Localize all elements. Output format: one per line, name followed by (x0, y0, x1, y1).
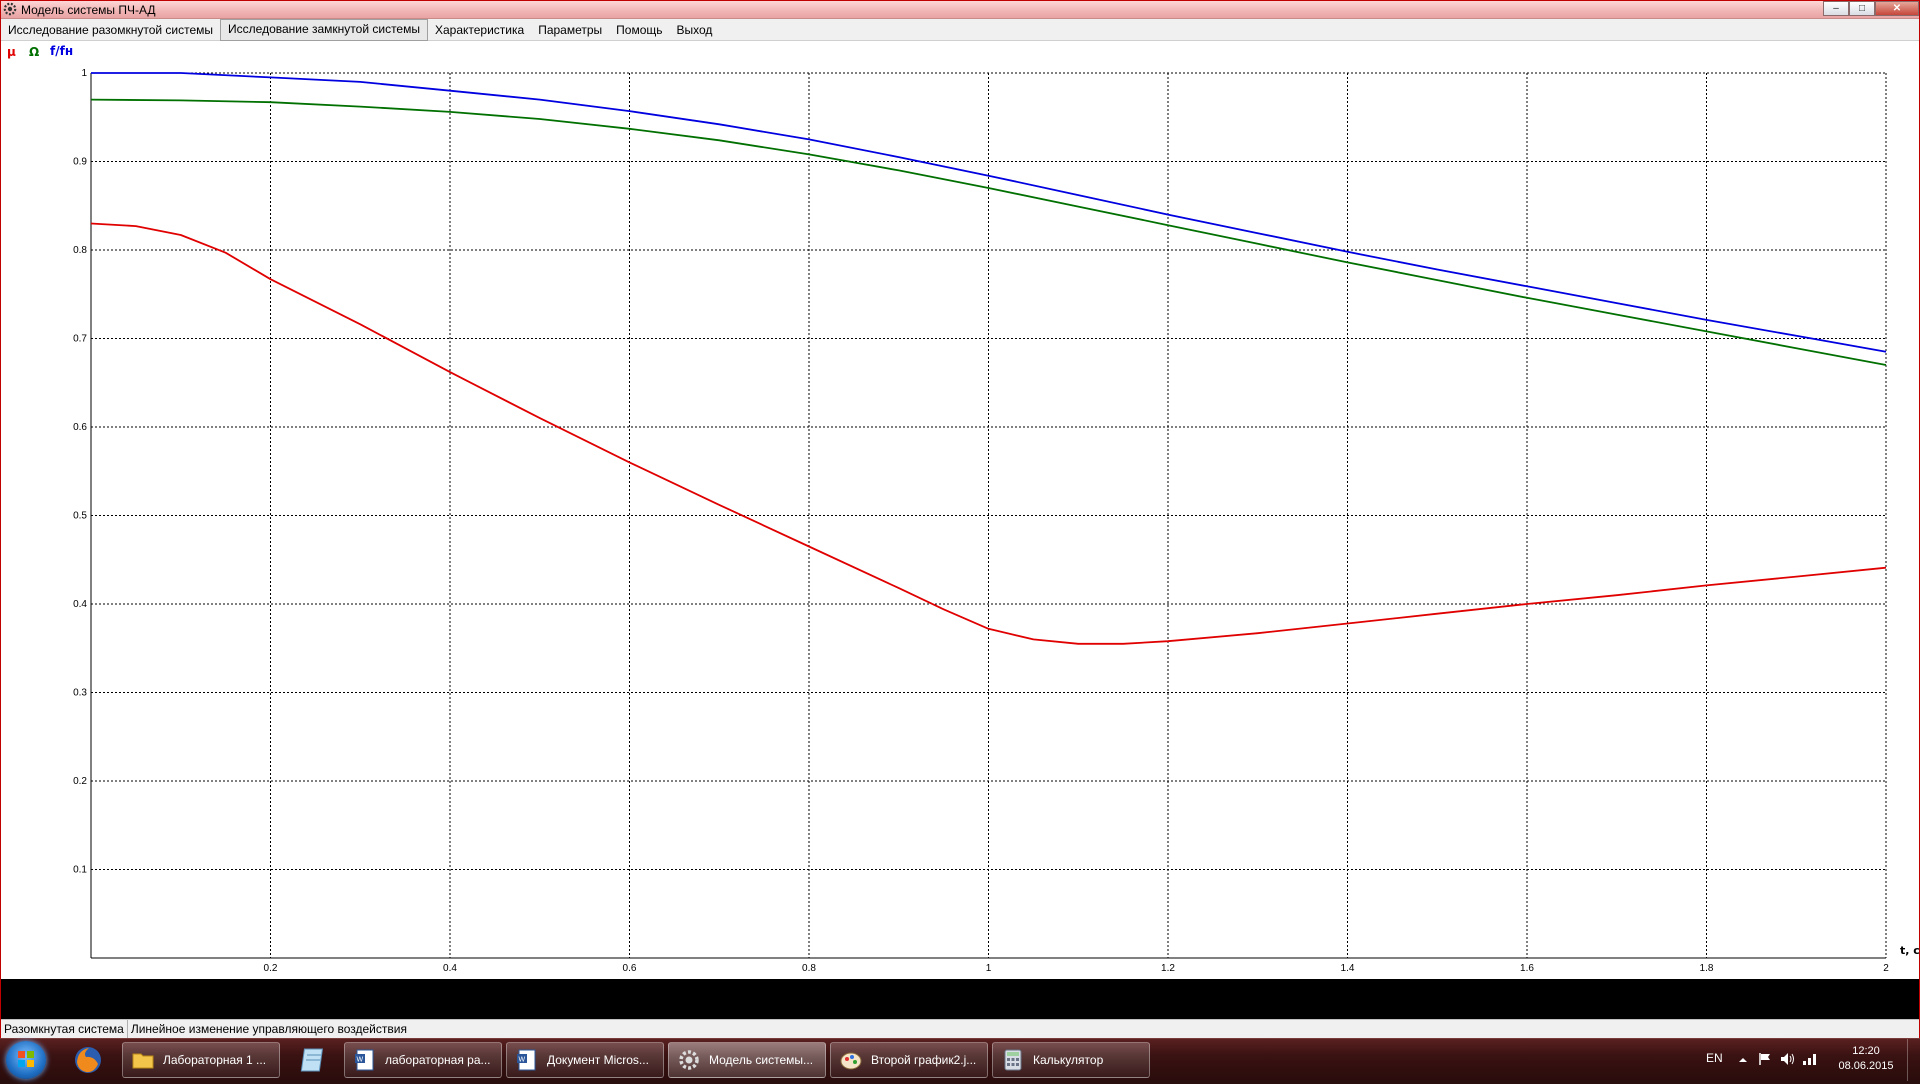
y-tick-label: 0.6 (73, 422, 87, 433)
menu-closed-system[interactable]: Исследование замкнутой системы (220, 18, 428, 41)
y-tick-label: 0.3 (73, 688, 87, 699)
y-tick-label: 0.1 (73, 865, 87, 876)
pinned-firefox[interactable] (62, 1042, 114, 1078)
system-tray: EN 12:20 08.06.2015 (1700, 1039, 1920, 1081)
menu-exit[interactable]: Выход (670, 20, 720, 40)
word-document-icon: W (517, 1049, 536, 1071)
plot-area: 0.1 0.2 0.3 0.4 0.5 0.6 0.7 0.8 0.9 1 0.2 0.4 0.6 0.… (1, 41, 1920, 979)
y-tick-label: 0.2 (73, 776, 87, 787)
taskbar-item-word-lab[interactable]: W лабораторная ра... (344, 1042, 502, 1078)
calculator-icon (1004, 1049, 1022, 1071)
word-document-icon: W (355, 1049, 374, 1071)
svg-text:W: W (357, 1057, 364, 1064)
start-button[interactable] (6, 1041, 46, 1079)
x-tick-label: 0.6 (623, 963, 637, 974)
clock-date: 08.06.2015 (1838, 1060, 1894, 1072)
taskbar-item-label: лабораторная ра... (385, 1053, 491, 1067)
x-tick-labels: 0.2 0.4 0.6 0.8 1 1.2 1.4 1.6 1.8 2 (264, 963, 1890, 974)
firefox-icon (75, 1047, 101, 1073)
time-response-chart: 0.10.20.30.40.50.60.70.80.91 0.2 0.4 0.6 0.… (7, 44, 1920, 974)
show-hidden-icons-icon[interactable] (1738, 1055, 1748, 1065)
taskbar-item-calculator[interactable]: Калькулятор (992, 1042, 1150, 1078)
window-title: Модель системы ПЧ-АД (21, 3, 156, 17)
gear-icon[interactable] (3, 2, 17, 16)
language-indicator[interactable]: EN (1706, 1051, 1723, 1065)
status-mode: Разомкнутая система (1, 1020, 128, 1038)
x-tick-label: 2 (1883, 963, 1889, 974)
menu-bar: Исследование разомкнутой системы Исследо… (1, 18, 1919, 41)
y-tick-label: 0.9 (73, 157, 87, 168)
x-tick-label: 1.6 (1520, 963, 1534, 974)
notepad-icon (300, 1048, 324, 1072)
y-tick-label: 0.4 (73, 599, 87, 610)
taskbar-item-label: Документ Micros... (547, 1053, 649, 1067)
x-tick-label: 0.2 (264, 963, 278, 974)
taskbar-item-paint[interactable]: Второй график2.j... (830, 1042, 988, 1078)
taskbar-item-label: Второй график2.j... (871, 1053, 977, 1067)
menu-help[interactable]: Помощь (609, 20, 669, 40)
legend-mu: μ (7, 45, 16, 59)
grid-lines (91, 72, 1887, 958)
x-axis-label: t, c (1900, 944, 1919, 957)
x-tick-label: 1.8 (1700, 963, 1714, 974)
pinned-notepad[interactable] (288, 1042, 340, 1078)
action-center-flag-icon[interactable] (1758, 1052, 1772, 1066)
taskbar: Лабораторная 1 ... W лабораторная ра... … (0, 1038, 1920, 1081)
clock[interactable]: 12:20 08.06.2015 (1830, 1044, 1902, 1074)
clock-time: 12:20 (1852, 1045, 1880, 1057)
taskbar-item-model[interactable]: Модель системы... (668, 1042, 826, 1078)
paint-icon (840, 1052, 862, 1070)
gear-icon (679, 1050, 699, 1070)
show-desktop-button[interactable] (1907, 1039, 1920, 1081)
title-bar[interactable]: Модель системы ПЧ-АД – □ ✕ (1, 1, 1919, 19)
y-tick-label: 0.8 (73, 245, 87, 256)
taskbar-item-folder[interactable]: Лабораторная 1 ... (122, 1042, 280, 1078)
taskbar-item-word-doc[interactable]: W Документ Micros... (506, 1042, 664, 1078)
status-bar: Разомкнутая система Линейное изменение у… (1, 1019, 1919, 1038)
y-tick-labels: 0.1 0.2 0.3 0.4 0.5 0.6 0.7 0.8 0.9 1 (73, 68, 87, 876)
y-tick-label: 0.7 (73, 334, 87, 345)
close-button[interactable]: ✕ (1875, 1, 1919, 16)
menu-open-system[interactable]: Исследование разомкнутой системы (1, 20, 220, 40)
y-tick-label: 1 (81, 68, 87, 79)
volume-icon[interactable] (1780, 1052, 1796, 1066)
maximize-button[interactable]: □ (1849, 1, 1875, 16)
app-window: Модель системы ПЧ-АД – □ ✕ Исследование … (0, 0, 1920, 1038)
taskbar-item-label: Модель системы... (709, 1053, 814, 1067)
minimize-button[interactable]: – (1823, 1, 1849, 16)
network-icon[interactable] (1802, 1052, 1818, 1066)
x-tick-label: 1.4 (1341, 963, 1355, 974)
y-tick-label: 0.5 (73, 511, 87, 522)
svg-text:W: W (519, 1057, 526, 1064)
folder-icon (132, 1053, 154, 1069)
x-tick-label: 0.4 (443, 963, 457, 974)
windows-logo-icon (18, 1051, 34, 1067)
legend-freq: f/fн (50, 44, 73, 58)
x-tick-label: 0.8 (802, 963, 816, 974)
taskbar-item-label: Калькулятор (1033, 1053, 1104, 1067)
x-tick-label: 1 (986, 963, 992, 974)
taskbar-item-label: Лабораторная 1 ... (163, 1053, 267, 1067)
menu-parameters[interactable]: Параметры (531, 20, 609, 40)
legend-omega: Ω (29, 45, 39, 59)
x-tick-label: 1.2 (1161, 963, 1175, 974)
canvas-bottom-band (1, 979, 1919, 1019)
menu-characteristic[interactable]: Характеристика (428, 20, 531, 40)
status-description: Линейное изменение управляющего воздейст… (130, 1022, 407, 1036)
